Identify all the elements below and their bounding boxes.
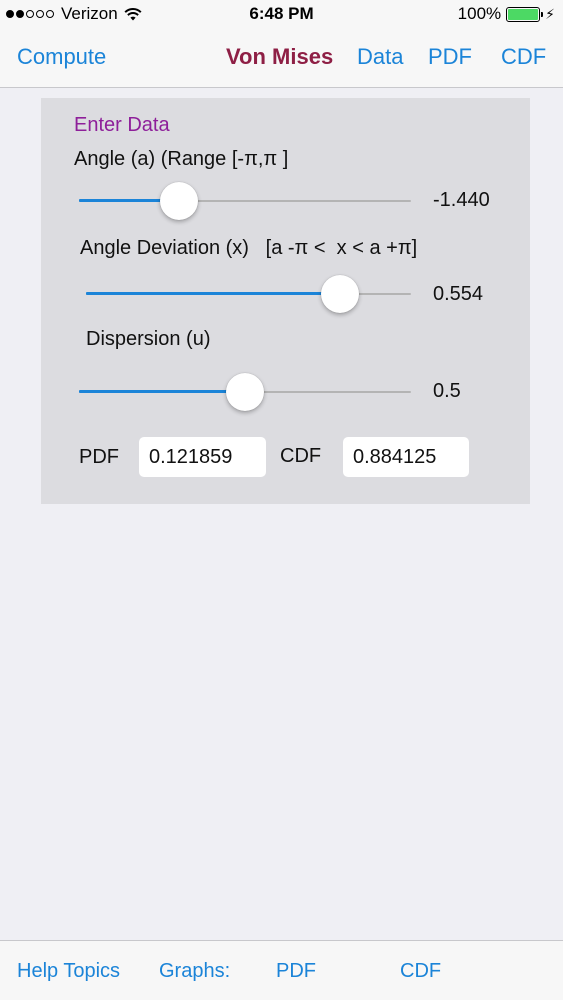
graph-cdf-button[interactable]: CDF	[400, 960, 441, 983]
nav-bar: Compute Von Mises Data PDF CDF	[0, 30, 563, 88]
slider-fill	[79, 390, 245, 393]
dispersion-slider[interactable]	[79, 373, 411, 411]
pdf-result-field[interactable]	[139, 437, 266, 477]
deviation-label: Angle Deviation (x) [a -π < x < a +π]	[80, 237, 418, 259]
nav-cdf-button[interactable]: CDF	[501, 44, 546, 70]
section-title: Enter Data	[74, 114, 170, 136]
deviation-value: 0.554	[433, 283, 484, 305]
cdf-result-label: CDF	[280, 445, 322, 467]
deviation-slider[interactable]	[86, 275, 411, 313]
charging-icon: ⚡	[545, 5, 555, 22]
status-bar: Verizon 6:48 PM 100% ⚡	[0, 0, 563, 30]
status-right: 100% ⚡	[458, 4, 555, 24]
help-topics-button[interactable]: Help Topics	[17, 960, 120, 983]
nav-data-button[interactable]: Data	[357, 44, 403, 70]
angle-slider[interactable]	[79, 182, 411, 220]
dispersion-value: 0.5	[433, 380, 461, 402]
graph-pdf-button[interactable]: PDF	[276, 960, 316, 983]
slider-fill	[86, 292, 340, 295]
slider-thumb[interactable]	[226, 373, 264, 411]
graphs-label: Graphs:	[159, 960, 231, 982]
pdf-result-label: PDF	[79, 446, 119, 468]
cdf-result-field[interactable]	[343, 437, 469, 477]
battery-fill	[508, 8, 539, 20]
slider-thumb[interactable]	[320, 275, 359, 313]
slider-thumb[interactable]	[159, 182, 198, 220]
battery-percent: 100%	[457, 4, 502, 23]
bottom-toolbar: Help Topics Graphs: PDF CDF	[0, 940, 563, 1000]
data-entry-panel: Enter Data Angle (a) (Range [-π,π ] -1.4…	[41, 98, 530, 504]
dispersion-label: Dispersion (u)	[86, 328, 211, 350]
nav-title: Von Mises	[226, 44, 334, 69]
battery-tip	[541, 11, 544, 17]
angle-value: -1.440	[433, 189, 490, 211]
compute-button[interactable]: Compute	[17, 44, 106, 70]
nav-pdf-button[interactable]: PDF	[428, 44, 472, 70]
angle-label: Angle (a) (Range [-π,π ]	[74, 148, 289, 170]
battery-icon	[506, 6, 544, 22]
